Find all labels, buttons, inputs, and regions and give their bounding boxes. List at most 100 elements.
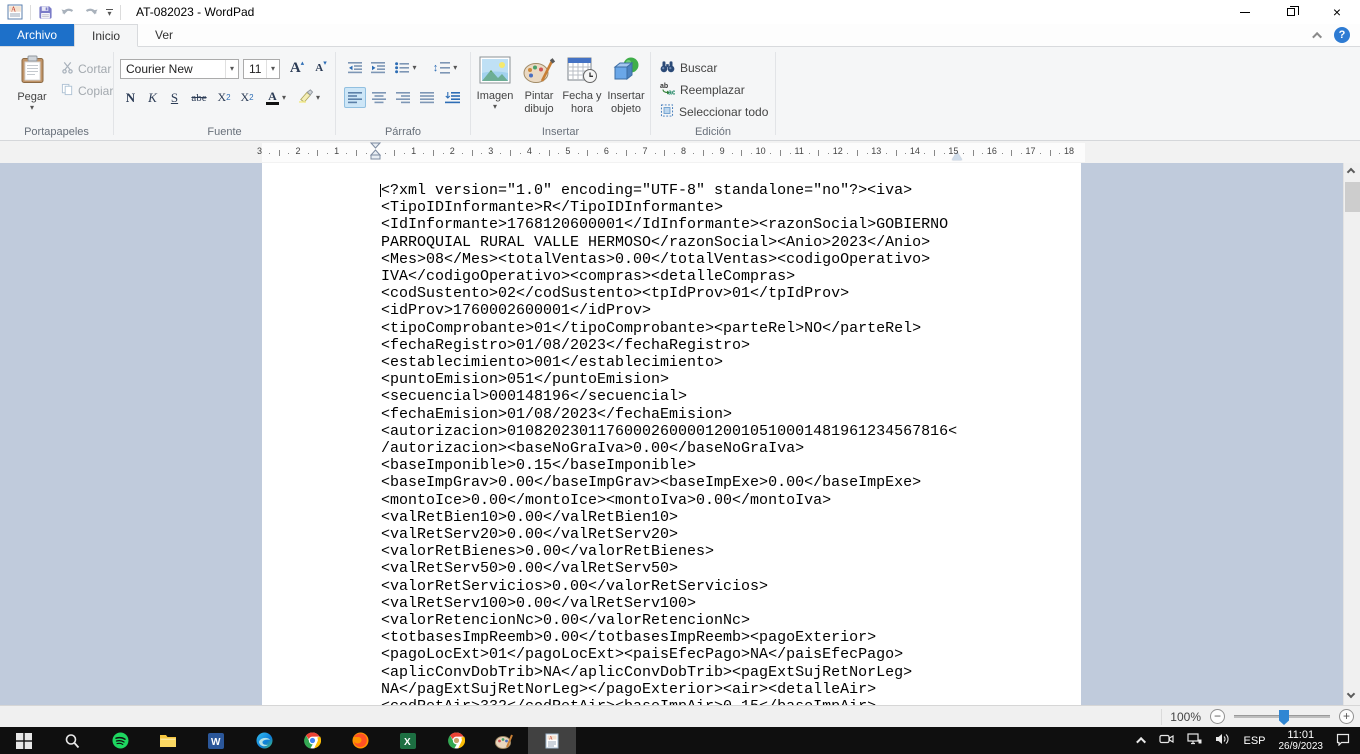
list-button[interactable]: ▾ bbox=[392, 58, 420, 78]
ruler-tick bbox=[616, 153, 617, 154]
ruler-tick bbox=[269, 153, 270, 154]
scroll-down-icon[interactable] bbox=[1348, 691, 1356, 699]
bold-button[interactable]: N bbox=[120, 87, 141, 108]
tab-archivo[interactable]: Archivo bbox=[0, 24, 74, 46]
cut-button[interactable]: Cortar bbox=[60, 59, 110, 79]
taskbar-item-wordpad[interactable]: A bbox=[528, 727, 576, 754]
increase-indent-button[interactable] bbox=[367, 58, 389, 78]
network-icon[interactable] bbox=[1187, 733, 1202, 748]
tab-inicio[interactable]: Inicio bbox=[74, 24, 138, 47]
group-label-editing[interactable]: Edición bbox=[651, 126, 775, 138]
language-indicator[interactable]: ESP bbox=[1243, 735, 1265, 747]
align-left-button[interactable] bbox=[344, 87, 366, 108]
tray-time: 11:01 bbox=[1287, 729, 1314, 741]
ruler-tick bbox=[558, 153, 559, 154]
svg-text:ab: ab bbox=[660, 83, 668, 90]
chevron-down-icon: ▾ bbox=[266, 60, 279, 78]
calendar-clock-icon bbox=[566, 56, 598, 88]
align-center-button[interactable] bbox=[368, 87, 390, 108]
paragraph-settings-button[interactable] bbox=[440, 87, 464, 108]
italic-button[interactable]: K bbox=[142, 87, 163, 108]
save-icon[interactable] bbox=[38, 5, 53, 20]
taskbar-item-excel[interactable]: X bbox=[384, 727, 432, 754]
zoom-slider[interactable] bbox=[1234, 715, 1330, 718]
shrink-font-button[interactable]: A▾ bbox=[310, 57, 332, 79]
taskbar-item-search[interactable] bbox=[48, 727, 96, 754]
taskbar-item-spotify[interactable] bbox=[96, 727, 144, 754]
group-label-font[interactable]: Fuente bbox=[114, 126, 335, 138]
taskbar-item-word[interactable]: W bbox=[192, 727, 240, 754]
undo-icon[interactable] bbox=[60, 5, 76, 19]
ruler-tick bbox=[655, 153, 656, 154]
minimize-button[interactable] bbox=[1222, 0, 1268, 24]
zoom-out-button[interactable]: − bbox=[1210, 709, 1225, 724]
justify-button[interactable] bbox=[416, 87, 438, 108]
customize-toolbar-dropdown-icon[interactable]: ▾ bbox=[106, 9, 113, 16]
taskbar-item-firefox[interactable] bbox=[336, 727, 384, 754]
group-label-insert[interactable]: Insertar bbox=[471, 126, 650, 138]
vertical-scrollbar[interactable] bbox=[1343, 163, 1360, 705]
select-all-button[interactable]: Seleccionar todo bbox=[659, 103, 769, 121]
wordpad-app-icon[interactable]: A bbox=[7, 4, 23, 20]
edge-icon bbox=[256, 732, 273, 749]
paste-button[interactable]: Pegar ▾ bbox=[9, 55, 55, 112]
first-line-indent-marker[interactable] bbox=[370, 142, 381, 165]
taskbar-item-chrome[interactable] bbox=[288, 727, 336, 754]
font-color-button[interactable]: A ▾ bbox=[262, 87, 290, 108]
insert-image-button[interactable]: Imagen ▾ bbox=[473, 56, 517, 111]
clipboard-icon bbox=[20, 55, 45, 88]
line-spacing-button[interactable]: ↕▾ bbox=[429, 58, 461, 78]
zoom-slider-thumb[interactable] bbox=[1279, 710, 1289, 725]
zoom-in-button[interactable]: + bbox=[1339, 709, 1354, 724]
taskbar-item-chrome-profile[interactable] bbox=[432, 727, 480, 754]
restore-button[interactable] bbox=[1268, 0, 1314, 24]
scroll-up-icon[interactable] bbox=[1348, 169, 1356, 177]
date-time-button[interactable]: Fecha y hora bbox=[561, 56, 603, 116]
taskbar-item-paint[interactable] bbox=[480, 727, 528, 754]
document-text[interactable]: <?xml version="1.0" encoding="UTF-8" sta… bbox=[381, 182, 957, 705]
insert-object-button[interactable]: Insertar objeto bbox=[604, 56, 648, 116]
replace-button[interactable]: abac Reemplazar bbox=[659, 81, 746, 99]
ruler-number: 16 bbox=[987, 146, 997, 156]
group-label-clipboard[interactable]: Portapapeles bbox=[0, 126, 113, 138]
taskbar-item-edge[interactable] bbox=[240, 727, 288, 754]
ruler-tick bbox=[288, 153, 289, 154]
help-icon[interactable]: ? bbox=[1334, 27, 1350, 43]
collapse-ribbon-icon[interactable] bbox=[1312, 31, 1322, 41]
superscript-mark: 2 bbox=[249, 93, 253, 102]
align-right-button[interactable] bbox=[392, 87, 414, 108]
document-area[interactable]: <?xml version="1.0" encoding="UTF-8" sta… bbox=[0, 163, 1360, 705]
grow-font-button[interactable]: A▴ bbox=[286, 57, 308, 79]
highlight-color-button[interactable]: ▾ bbox=[294, 87, 324, 108]
clock[interactable]: 11:0126/9/2023 bbox=[1279, 727, 1324, 754]
palette-icon bbox=[523, 56, 555, 88]
ruler-scale[interactable]: 321123456789101112131415161718 bbox=[262, 143, 1085, 162]
paint-drawing-button[interactable]: Pintar dibujo bbox=[518, 56, 560, 116]
ruler-tick bbox=[385, 153, 386, 154]
decrease-indent-button[interactable] bbox=[344, 58, 366, 78]
underline-button[interactable]: S bbox=[164, 87, 185, 108]
strikethrough-button[interactable]: abe bbox=[186, 87, 212, 108]
taskbar-item-file-explorer[interactable] bbox=[144, 727, 192, 754]
superscript-button[interactable]: X2 bbox=[236, 87, 258, 108]
copy-button[interactable]: Copiar bbox=[60, 81, 112, 101]
document-page[interactable]: <?xml version="1.0" encoding="UTF-8" sta… bbox=[262, 163, 1081, 705]
tray-overflow-icon[interactable] bbox=[1137, 737, 1147, 747]
redo-icon[interactable] bbox=[83, 5, 99, 19]
taskbar-item-start[interactable] bbox=[0, 727, 48, 754]
volume-icon[interactable] bbox=[1215, 733, 1230, 748]
action-center-icon[interactable] bbox=[1336, 733, 1350, 749]
find-button[interactable]: Buscar bbox=[659, 59, 718, 77]
image-icon bbox=[479, 56, 511, 88]
ruler-tick bbox=[934, 150, 935, 156]
group-paragraph: ▾ ↕▾ Párrafo bbox=[336, 47, 470, 140]
meet-now-icon[interactable] bbox=[1159, 733, 1174, 748]
subscript-button[interactable]: X2 bbox=[213, 87, 235, 108]
font-size-select[interactable]: 11 ▾ bbox=[243, 59, 280, 79]
close-button[interactable]: × bbox=[1314, 0, 1360, 24]
font-family-select[interactable]: Courier New ▾ bbox=[120, 59, 239, 79]
ruler-tick bbox=[443, 153, 444, 154]
scrollbar-thumb[interactable] bbox=[1345, 182, 1360, 212]
tab-ver[interactable]: Ver bbox=[138, 24, 190, 46]
group-label-paragraph[interactable]: Párrafo bbox=[336, 126, 470, 138]
